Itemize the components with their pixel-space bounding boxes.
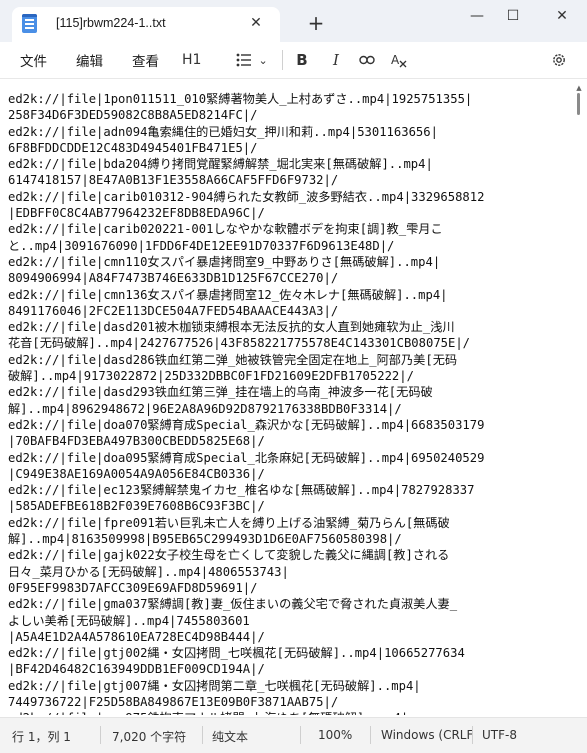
close-tab-icon[interactable]: ✕ (246, 13, 266, 33)
menu-file[interactable]: 文件 (20, 50, 47, 70)
tab-title: [115]rbwm224-1..txt (56, 16, 166, 30)
notepad-window: [115]rbwm224-1..txt ✕ + — ☐ ✕ 文件 编辑 查看 H… (0, 0, 587, 753)
text-line[interactable]: 8491176046|2FC2E113DCE504A7FED54BAAACE44… (8, 303, 573, 319)
text-line[interactable]: ed2k://|file|gtj002縄・女囚拷問_七咲楓花[无码破解]..mp… (8, 645, 573, 661)
encoding[interactable]: UTF-8 (482, 728, 517, 742)
text-line[interactable]: ed2k://|file|gvg975鉄拘束アナル拷問_七海ゆあ[無碼破解]..… (8, 710, 573, 715)
maximize-button[interactable]: ☐ (491, 0, 535, 32)
settings-button[interactable] (549, 49, 569, 71)
text-line[interactable]: |A5A4E1D2A4A578610EA728EC4D98B444|/ (8, 629, 573, 645)
status-divider (300, 726, 301, 744)
text-line[interactable]: |C949E38AE169A0054A9A056E84CB0336|/ (8, 466, 573, 482)
text-format[interactable]: 纯文本 (212, 728, 248, 745)
text-line[interactable]: 破解]..mp4|9173022872|25D332DBBC0F1FD21609… (8, 368, 573, 384)
link-icon (359, 55, 375, 65)
line-ending[interactable]: Windows (CRLF (381, 728, 473, 742)
heading-label: H1 (182, 52, 202, 68)
text-line[interactable]: ed2k://|file|fpre091若い巨乳未亡人を縛り上げる油緊縛_菊乃ら… (8, 515, 573, 531)
text-line[interactable]: ed2k://|file|carib020221-001しなやかな軟體ボデを拘束… (8, 221, 573, 237)
text-line[interactable]: ed2k://|file|gma037緊縛調[教]妻_仮住まいの義父宅で脅された… (8, 596, 573, 612)
text-line[interactable]: ed2k://|file|doa070緊縛育成Special_森沢かな[无码破解… (8, 417, 573, 433)
text-line[interactable]: 7449736722|F25D58BA849867E13E09B0F3871AA… (8, 694, 573, 710)
text-line[interactable]: |70BAFB4FD3EBA497B300CBEDD5825E68|/ (8, 433, 573, 449)
toolbar-divider (282, 50, 283, 70)
text-line[interactable]: ed2k://|file|cmn136女スパイ暴虐拷問室12_佐々木レナ[無碼破… (8, 287, 573, 303)
menu-bar: 文件 编辑 查看 H1 ⌄ ⌄ B I A (0, 42, 587, 89)
chevron-down-icon: ⌄ (258, 54, 268, 67)
new-tab-button[interactable]: + (305, 13, 327, 35)
status-divider (100, 726, 101, 744)
status-divider (370, 726, 371, 744)
text-line[interactable]: 日々_菜月ひかる[无码破解]..mp4|4806553743| (8, 564, 573, 580)
text-line[interactable]: ed2k://|file|adn094亀索縄住的已婚妇女_押川和莉..mp4|5… (8, 124, 573, 140)
text-editor[interactable]: ed2k://|file|1pon011511_010緊縛著物美人_上村あずさ.… (0, 79, 587, 715)
cursor-position[interactable]: 行 1，列 1 (12, 728, 71, 745)
text-line[interactable]: ed2k://|file|gajk022女子校生母を亡くして変貌した義父に縄調[… (8, 547, 573, 563)
text-line[interactable]: ed2k://|file|1pon011511_010緊縛著物美人_上村あずさ.… (8, 91, 573, 107)
scroll-up-arrow-icon[interactable]: ▲ (575, 85, 583, 92)
menu-view[interactable]: 查看 (132, 50, 159, 70)
character-count: 7,020 个字符 (112, 730, 187, 744)
document-text[interactable]: ed2k://|file|1pon011511_010緊縛著物美人_上村あずさ.… (8, 91, 573, 715)
text-line[interactable]: ed2k://|file|dasd293铁血红第三弹_挂在墙上的乌南_神波多一花… (8, 384, 573, 400)
text-line[interactable]: |585ADEFBE618B2F039E7608B6C93F3BC|/ (8, 498, 573, 514)
heading-dropdown[interactable]: H1 ⌄ (182, 49, 216, 89)
text-line[interactable]: ed2k://|file|ec123緊縛解禁鬼イカセ_椎名ゆな[無碼破解]..m… (8, 482, 573, 498)
bold-button[interactable]: B (292, 49, 312, 71)
status-divider (472, 726, 473, 744)
text-line[interactable]: |BF42D46482C163949DDB1EF009CD194A|/ (8, 661, 573, 677)
text-line[interactable]: 6F8BFDDCDDE12C483D4945401FB471E5|/ (8, 140, 573, 156)
text-line[interactable]: 0F95EF9983D7AFCC309E69AFD8D59691|/ (8, 580, 573, 596)
text-line[interactable]: 6147418157|8E47A0B13F1E3558A66CAF5FFD6F9… (8, 172, 573, 188)
text-line[interactable]: |EDBFF0C8C4AB77964232EF8DB8EDA96C|/ (8, 205, 573, 221)
text-line[interactable]: 8094906994|A84F7473B746E633DB1D125F67CCE… (8, 270, 573, 286)
text-line[interactable]: と..mp4|3091676090|1FDD6F4DE12EE91D70337F… (8, 238, 573, 254)
link-button[interactable] (356, 49, 378, 71)
text-line[interactable]: よしい美希[无码破解]..mp4|7455803601 (8, 613, 573, 629)
status-divider (202, 726, 203, 744)
list-dropdown[interactable]: ⌄ (236, 49, 270, 71)
text-line[interactable]: 花音[无码破解]..mp4|2427677526|43F858221775578… (8, 335, 573, 351)
bulleted-list-icon (236, 53, 251, 67)
vertical-scrollbar[interactable]: ▲ (575, 85, 583, 710)
text-line[interactable]: ed2k://|file|dasd286铁血红第二弹_她被铁管完全固定在地上_阿… (8, 352, 573, 368)
text-line[interactable]: ed2k://|file|doa095緊縛育成Special_北条麻妃[无码破解… (8, 450, 573, 466)
clear-formatting-icon: A (391, 53, 407, 68)
zoom-level[interactable]: 100% (318, 728, 352, 742)
text-line[interactable]: ed2k://|file|bda204縛り拷問覚醒緊縛解禁_堀北実来[無碼破解]… (8, 156, 573, 172)
text-line[interactable]: ed2k://|file|dasd201被木枷锁束縛根本无法反抗的女人直到她瘫软… (8, 319, 573, 335)
svg-text:A: A (391, 53, 400, 67)
text-line[interactable]: 解]..mp4|8163509998|B95EB65C299493D1D6E0A… (8, 531, 573, 547)
italic-button[interactable]: I (326, 49, 346, 71)
notepad-app-icon (22, 14, 37, 33)
text-line[interactable]: 258F34D6F3DED59082C8B8A5ED8214FC|/ (8, 107, 573, 123)
menu-edit[interactable]: 编辑 (76, 50, 103, 70)
text-line[interactable]: 解]..mp4|8962948672|96E2A8A96D92D87921763… (8, 401, 573, 417)
title-bar: [115]rbwm224-1..txt ✕ + — ☐ ✕ (0, 0, 587, 42)
clear-formatting-button[interactable]: A (388, 49, 410, 71)
close-window-button[interactable]: ✕ (540, 0, 584, 32)
text-line[interactable]: ed2k://|file|carib010312-904縛られた女教師_波多野結… (8, 189, 573, 205)
scroll-thumb[interactable] (577, 93, 580, 115)
document-tab[interactable]: [115]rbwm224-1..txt ✕ (12, 7, 280, 42)
status-bar: 行 1，列 1 7,020 个字符 纯文本 100% Windows (CRLF… (0, 717, 587, 753)
text-line[interactable]: ed2k://|file|gtj007縄・女囚拷問第二章_七咲楓花[无码破解].… (8, 678, 573, 694)
text-line[interactable]: ed2k://|file|cmn110女スパイ暴虐拷問室9_中野ありさ[無碼破解… (8, 254, 573, 270)
gear-icon (553, 54, 565, 66)
